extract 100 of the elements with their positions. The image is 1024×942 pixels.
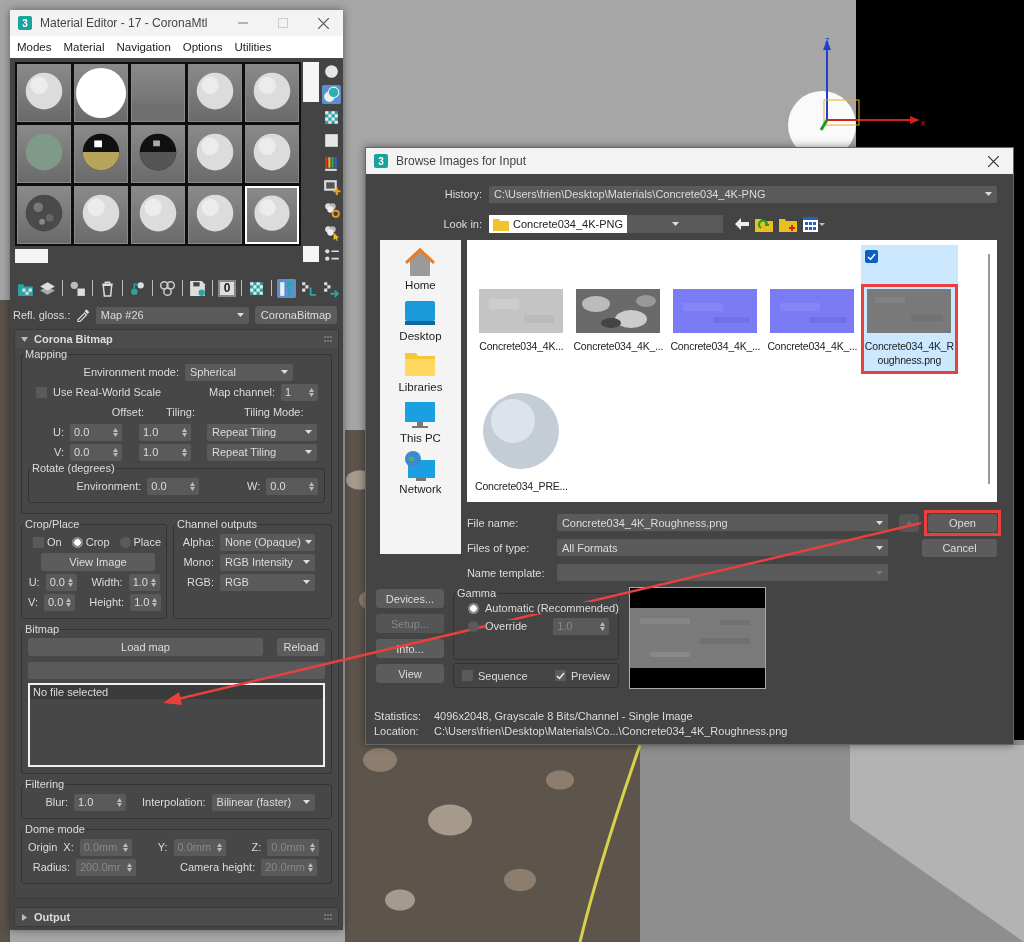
file-item[interactable]: Concrete034_4K_... <box>666 245 764 374</box>
dropdown[interactable]: Repeat Tiling <box>207 443 317 461</box>
checkbox[interactable] <box>554 670 566 681</box>
material-slot[interactable] <box>245 125 299 183</box>
file-item[interactable]: Concrete034_4K_... <box>569 245 667 374</box>
path-field[interactable] <box>28 662 325 679</box>
maximize-icon <box>278 18 288 28</box>
radio-button[interactable] <box>71 536 83 548</box>
menu-item[interactable]: Material <box>57 41 111 53</box>
button[interactable]: CoronaBitmap <box>255 306 337 324</box>
folder-dropdown[interactable]: Concrete034_4K-PNG <box>489 215 723 233</box>
material-slot[interactable] <box>17 64 71 122</box>
place-item[interactable]: Home <box>404 246 437 291</box>
spinner-field[interactable]: 0.0 <box>44 593 76 611</box>
scrollbar-thumb[interactable] <box>15 249 48 263</box>
dropdown[interactable]: None (Opaque) <box>220 533 315 551</box>
radio-button[interactable] <box>468 620 479 632</box>
material-id-button[interactable]: 0 <box>218 279 236 297</box>
close-icon <box>317 17 329 29</box>
material-slot[interactable] <box>188 186 242 244</box>
material-slot[interactable] <box>245 64 299 122</box>
list-item[interactable]: No file selected <box>30 685 323 699</box>
field-label: Look in: <box>442 218 483 230</box>
place-item[interactable]: Network <box>399 450 442 495</box>
material-slot[interactable] <box>74 186 128 244</box>
rollout-header[interactable]: Output <box>15 908 338 926</box>
circles-icon[interactable] <box>158 278 177 298</box>
field-label: Camera height: <box>180 861 256 873</box>
scrollbar-thumb[interactable] <box>303 62 319 102</box>
back-icon[interactable] <box>735 218 749 230</box>
spinner-arrows-icon <box>117 797 122 807</box>
spinner-arrows-icon <box>308 862 314 872</box>
file-item[interactable]: Concrete034_4K_... <box>763 245 861 374</box>
place-item[interactable]: This PC <box>400 399 441 444</box>
file-item[interactable]: Concrete034_4K... <box>472 245 570 374</box>
material-slot[interactable] <box>188 125 242 183</box>
spinner-field[interactable]: 1.0 <box>130 593 162 611</box>
button[interactable]: View <box>376 664 444 683</box>
scrollbar-thumb[interactable] <box>988 254 990 484</box>
file-list[interactable]: No file selected <box>28 683 325 767</box>
dropdown[interactable]: Concrete034_4K_Roughness.png <box>556 514 888 531</box>
texture-thumbnail-icon <box>673 289 758 333</box>
square-icon[interactable] <box>322 131 341 150</box>
dropdown[interactable]: Spherical <box>185 363 293 381</box>
gear-icon[interactable] <box>322 200 341 219</box>
file-item[interactable]: Concrete034_PRE... <box>472 385 570 503</box>
place-item[interactable]: Desktop <box>399 297 442 342</box>
dropdown[interactable]: Bilinear (faster) <box>211 793 315 811</box>
button[interactable]: Open <box>928 513 997 532</box>
spinner-field[interactable]: 0.0 <box>147 477 200 495</box>
material-slot[interactable] <box>131 125 185 183</box>
radio-label: Crop <box>85 536 110 548</box>
dropdown[interactable]: RGB Intensity <box>220 553 315 571</box>
checker-icon[interactable] <box>322 108 341 127</box>
spinner-field[interactable]: 0.0 <box>70 423 122 441</box>
field-label: Width: <box>91 576 123 588</box>
axis-label: z <box>825 35 830 45</box>
place-item[interactable]: Libraries <box>398 348 443 393</box>
save-icon[interactable] <box>188 278 207 298</box>
material-slot[interactable] <box>74 125 128 183</box>
dropdown[interactable]: All Formats <box>556 539 888 556</box>
menu-item[interactable]: Modes <box>11 41 58 53</box>
cursor-icon[interactable] <box>322 223 341 242</box>
checkbox[interactable] <box>864 250 878 263</box>
spinner-field[interactable]: 1.0 <box>139 423 191 441</box>
button[interactable]: Load map <box>28 638 263 656</box>
eyedropper-icon <box>76 308 90 322</box>
dropdown[interactable]: RGB <box>220 573 315 591</box>
bars-arrow-icon[interactable] <box>277 278 296 298</box>
menu-item[interactable]: Utilities <box>228 41 278 53</box>
image-add-icon[interactable] <box>322 177 341 196</box>
material-slot[interactable] <box>188 64 242 122</box>
field-label: RGB: <box>186 576 214 588</box>
spinner-field[interactable]: 0.0 <box>266 477 318 495</box>
button[interactable]: Reload <box>277 638 325 656</box>
spinner-field[interactable]: 1.0 <box>128 573 160 591</box>
scrollbar-button[interactable] <box>303 246 319 262</box>
material-slot[interactable] <box>131 186 185 244</box>
dropdown[interactable]: Repeat Tiling <box>207 423 317 441</box>
spinner-field[interactable]: 0.0 <box>45 573 77 591</box>
folder-up-icon[interactable] <box>755 216 773 232</box>
view-menu-icon[interactable] <box>803 216 825 232</box>
menu-item[interactable]: Navigation <box>110 41 177 53</box>
spinner-field[interactable]: 1.0 <box>139 443 191 461</box>
spinner-field[interactable]: 1 <box>281 383 319 401</box>
button[interactable]: Cancel <box>922 538 997 557</box>
rollout-header[interactable]: Corona Bitmap <box>15 330 338 348</box>
button[interactable]: View Image <box>41 553 155 571</box>
caret-icon <box>302 800 310 804</box>
material-slot[interactable] <box>74 64 128 122</box>
file-item[interactable]: Concrete034_4K_Roughness.png <box>860 245 958 374</box>
spinner-field[interactable]: 0.0 <box>70 443 122 461</box>
menu-item[interactable]: Options <box>176 41 229 53</box>
new-folder-icon[interactable] <box>779 216 797 232</box>
radio-button[interactable] <box>468 602 479 614</box>
dropdown[interactable]: Map #26 <box>95 306 249 324</box>
dropdown[interactable]: C:\Users\frien\Desktop\Materials\Concrete034_4K-PNG <box>489 185 997 203</box>
spinner-field[interactable]: 1.0 <box>74 793 126 811</box>
button[interactable]: Devices... <box>376 589 444 608</box>
sphere-icon[interactable] <box>322 62 341 81</box>
